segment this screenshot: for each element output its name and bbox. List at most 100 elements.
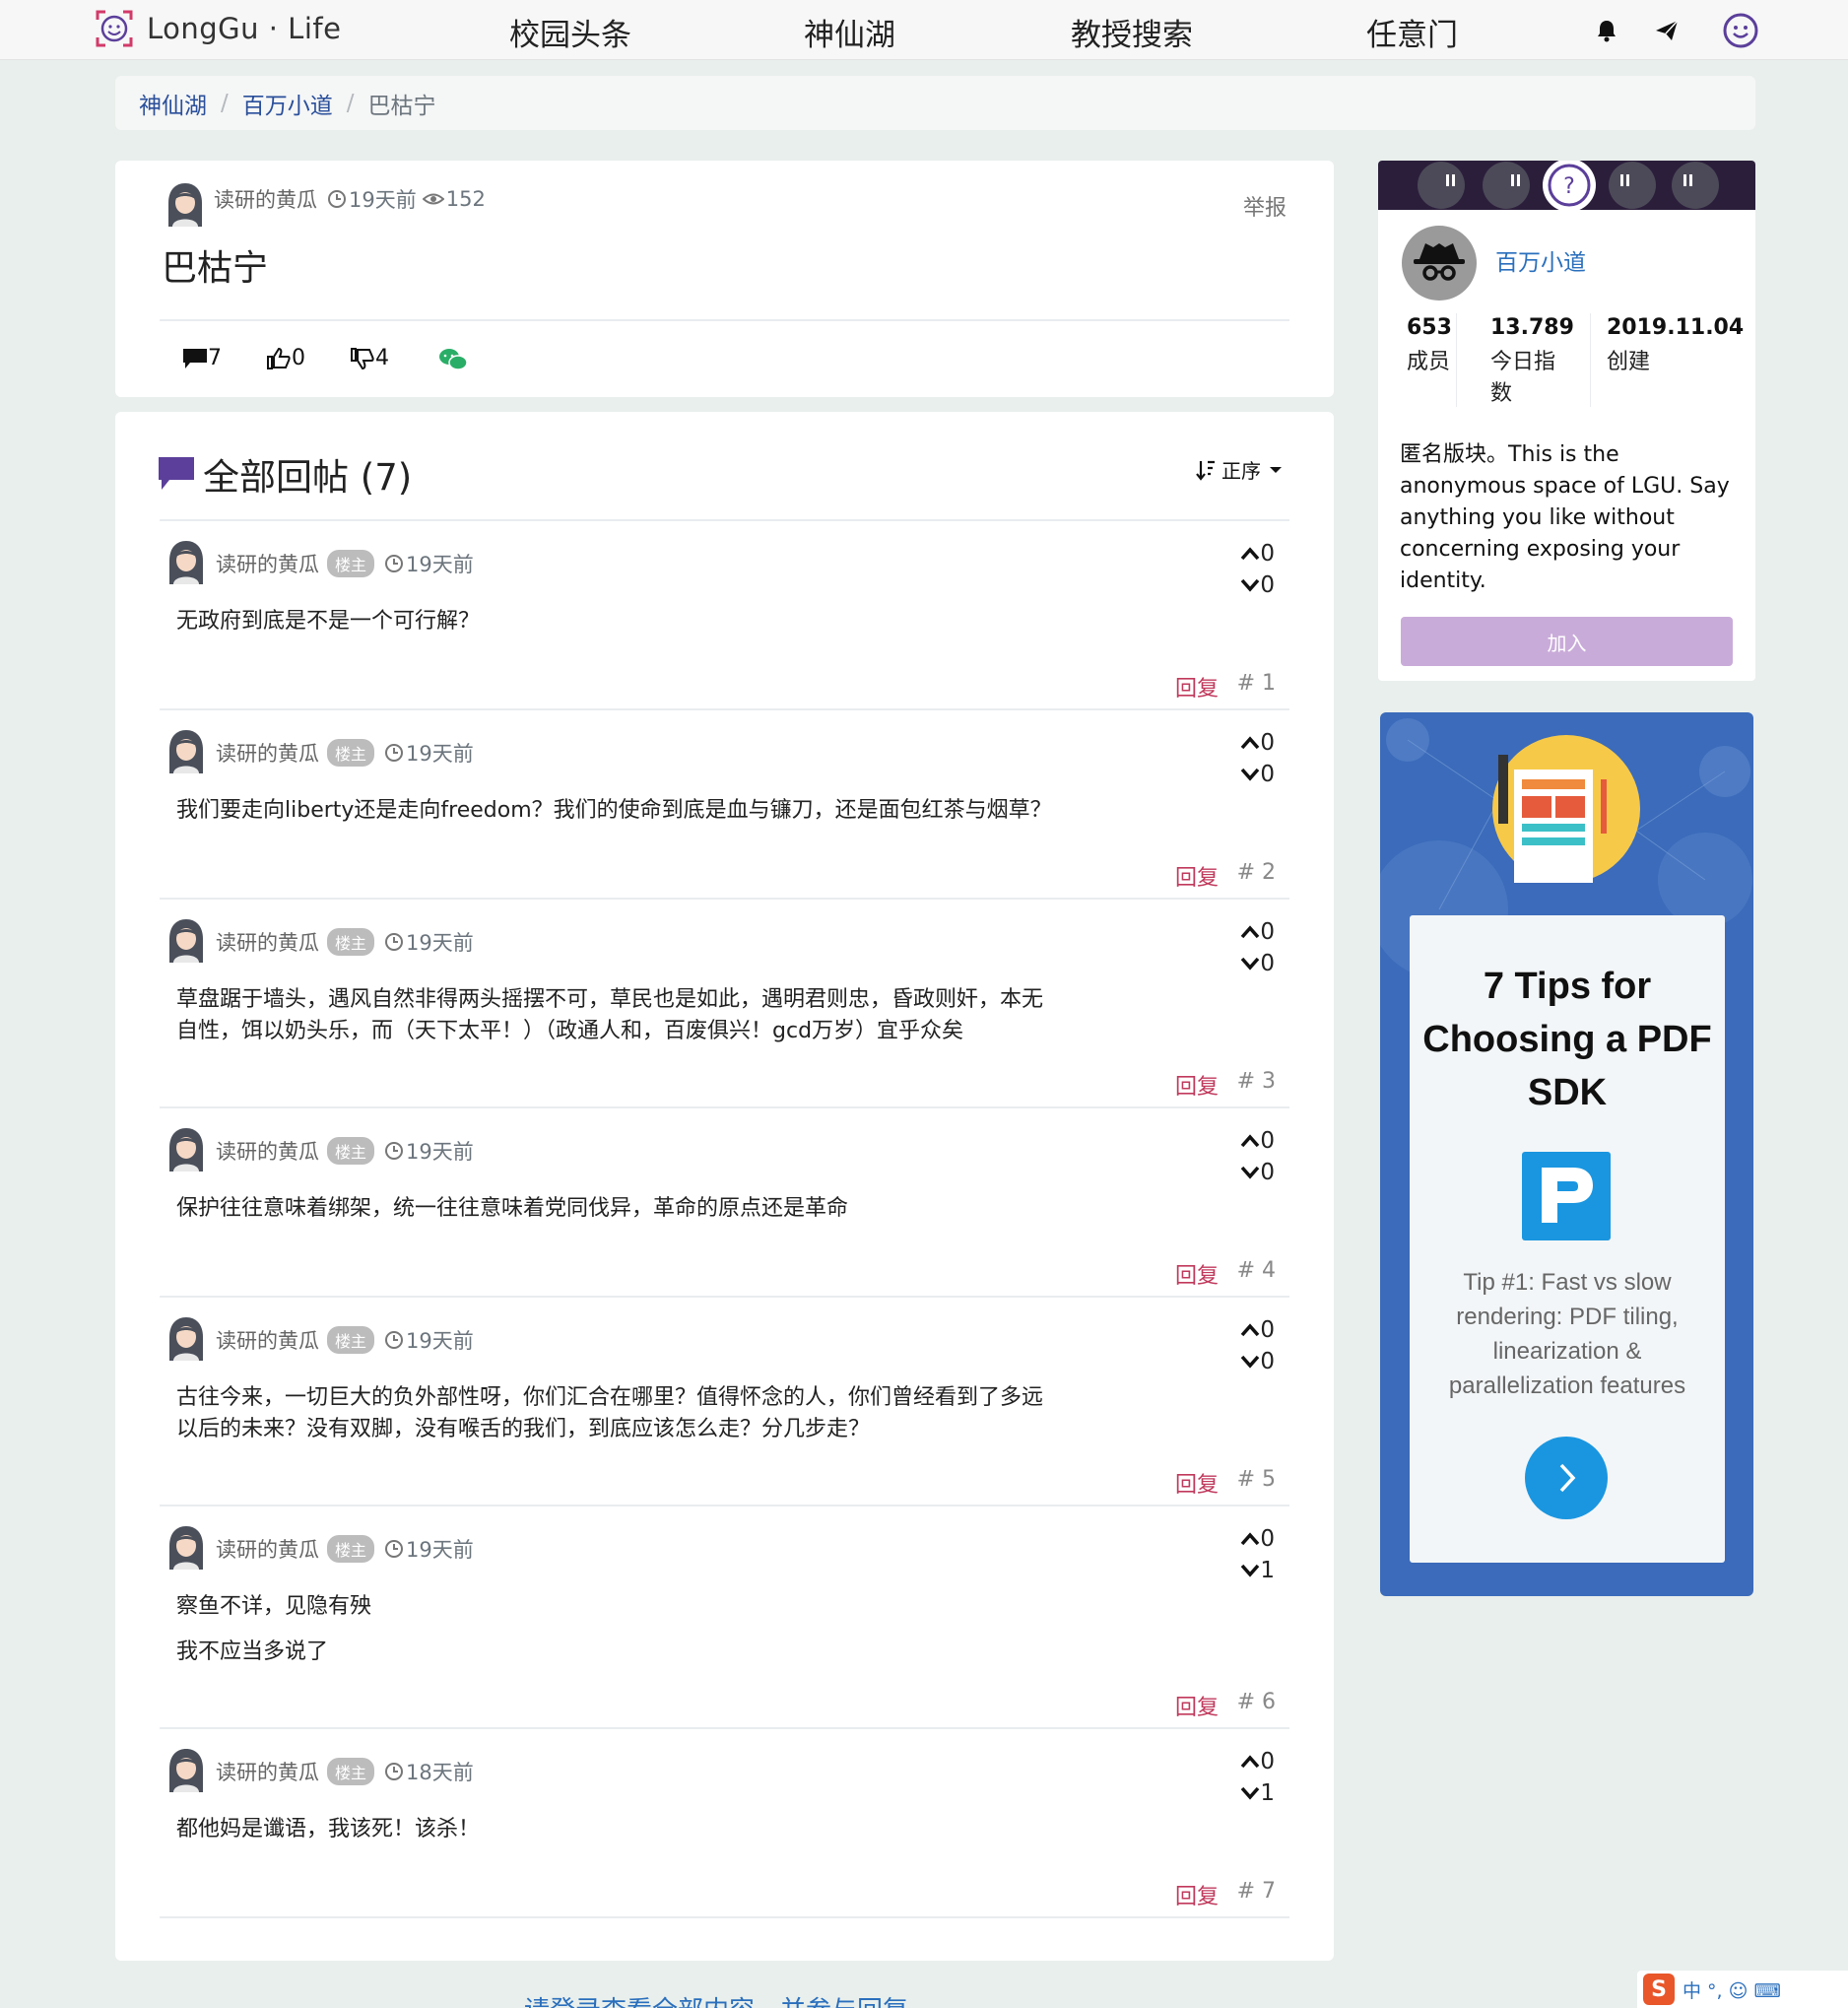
clock-icon — [385, 555, 404, 572]
reply-author[interactable]: 读研的黄瓜 — [216, 1325, 319, 1355]
post-meta: 读研的黄瓜 19天前 152 — [167, 184, 486, 214]
reply-button[interactable]: 回复 — [1175, 860, 1219, 892]
reply-content: 我不应当多说了 — [176, 1640, 329, 1664]
sort-dropdown[interactable]: 正序 — [1196, 455, 1283, 484]
nav-shenxianhu[interactable]: 神仙湖 — [804, 10, 895, 54]
board-description: 匿名版块。This is the anonymous space of LGU.… — [1400, 442, 1730, 593]
user-avatar-icon[interactable] — [165, 917, 207, 963]
user-avatar-icon[interactable] — [165, 728, 207, 773]
user-avatar-icon[interactable] — [165, 1524, 207, 1570]
user-avatar-icon[interactable] — [165, 1126, 207, 1171]
thumbs-up-icon — [267, 347, 291, 369]
chevron-down-icon — [1241, 1166, 1260, 1179]
wechat-share-button[interactable] — [438, 348, 468, 371]
reply-content: 以后的未来？没有双脚，没有喉舌的我们，到底应该怎么走？分几步走？ — [176, 1417, 871, 1441]
upvote-count: 0 — [1260, 1128, 1275, 1154]
reply-button[interactable]: 回复 — [1175, 1879, 1219, 1910]
upvote-count: 0 — [1260, 730, 1275, 756]
ad-next-button[interactable] — [1525, 1437, 1608, 1519]
user-avatar-icon[interactable] — [165, 539, 207, 584]
reply-author[interactable]: 读研的黄瓜 — [216, 738, 319, 768]
logo-icon — [96, 10, 133, 47]
upvote-button[interactable]: 0 — [1240, 1128, 1275, 1154]
stat-members-label: 成员 — [1407, 350, 1451, 374]
chevron-down-icon — [1241, 1355, 1260, 1369]
replies-card: 全部回帖 (7) 正序 读研的黄瓜 楼主 19天前 0 0 无政府到底是不是一个可行解？回… — [115, 412, 1334, 1961]
nav-campus-news[interactable]: 校园头条 — [509, 10, 631, 54]
board-name[interactable]: 百万小道 — [1495, 243, 1586, 277]
upvote-button[interactable]: 0 — [1240, 541, 1275, 567]
upvote-button[interactable]: 0 — [1240, 1526, 1275, 1552]
chevron-down-icon — [1270, 466, 1282, 473]
downvote-button[interactable]: 1 — [1240, 1780, 1275, 1806]
floor-number: # 7 — [1236, 1879, 1276, 1904]
reply-time: 18天前 — [406, 1761, 474, 1784]
reply-button[interactable]: 回复 — [1175, 1258, 1219, 1290]
profile-icon[interactable] — [1722, 12, 1759, 49]
nav-anywhere-door[interactable]: 任意门 — [1366, 10, 1458, 54]
chevron-down-icon — [1241, 578, 1260, 592]
ime-toolbar[interactable]: S 中 °, ☺ ⌨ — [1637, 1971, 1848, 2008]
reply-author[interactable]: 读研的黄瓜 — [216, 1534, 319, 1564]
nav-professor-search[interactable]: 教授搜索 — [1071, 10, 1193, 54]
divider — [160, 319, 1289, 321]
op-badge: 楼主 — [327, 928, 375, 956]
reply-meta: 读研的黄瓜 楼主 19天前 — [216, 927, 474, 957]
chevron-up-icon — [1241, 1532, 1260, 1546]
reply-button[interactable]: 回复 — [1175, 1069, 1219, 1101]
breadcrumb-shenxianhu[interactable]: 神仙湖 — [139, 87, 207, 120]
upvote-button[interactable]: 0 — [1240, 1749, 1275, 1774]
downvote-button[interactable]: 1 — [1240, 1558, 1275, 1583]
breadcrumb: 神仙湖 / 百万小道 / 巴枯宁 — [115, 76, 1755, 130]
like-button[interactable]: 0 — [266, 346, 305, 370]
dislike-button[interactable]: 4 — [350, 346, 389, 370]
downvote-button[interactable]: 0 — [1240, 572, 1275, 598]
reply-button[interactable]: 回复 — [1175, 1690, 1219, 1721]
reply-content: 察鱼不详，见隐有殃 — [176, 1594, 372, 1619]
stat-created-value: 2019.11.04 — [1607, 315, 1745, 340]
reply-button[interactable]: 回复 — [1175, 671, 1219, 703]
downvote-button[interactable]: 0 — [1240, 1160, 1275, 1185]
reply-author[interactable]: 读研的黄瓜 — [216, 1136, 319, 1166]
op-badge: 楼主 — [327, 1758, 375, 1785]
pdf-sdk-logo-icon — [1522, 1152, 1611, 1240]
reply-meta: 读研的黄瓜 楼主 19天前 — [216, 1325, 474, 1355]
chevron-down-icon — [1241, 1786, 1260, 1800]
upvote-count: 0 — [1260, 919, 1275, 945]
user-avatar-icon[interactable] — [165, 1747, 207, 1792]
login-prompt-link[interactable]: 请登录查看全部内容，并参与回复 — [524, 1990, 908, 2008]
reply-content: 保护往往意味着绑架，统一往往意味着党同伐异，革命的原点还是革命 — [176, 1196, 849, 1221]
upvote-button[interactable]: 0 — [1240, 730, 1275, 756]
reply-content: 自性，饵以奶头乐，而（天下太平！）（政通人和，百废俱兴！gcd万岁）宜乎众矣 — [176, 1019, 964, 1043]
downvote-button[interactable]: 0 — [1240, 951, 1275, 976]
advertisement[interactable]: 7 Tips for Choosing a PDF SDK Tip #1: Fa… — [1380, 712, 1753, 1596]
op-badge: 楼主 — [327, 1326, 375, 1354]
reply-item: 读研的黄瓜 楼主 19天前 0 0 古往今来，一切巨大的负外部性呀，你们汇合在哪里？值得怀… — [160, 1298, 1289, 1506]
clock-icon — [385, 1142, 404, 1160]
report-link[interactable]: 举报 — [1243, 190, 1287, 222]
join-button[interactable]: 加入 — [1401, 617, 1733, 666]
wechat-icon — [439, 349, 468, 370]
user-avatar-icon[interactable] — [165, 1315, 207, 1361]
brand[interactable]: LongGu · Life — [94, 8, 341, 49]
reply-author[interactable]: 读研的黄瓜 — [216, 1757, 319, 1786]
chevron-up-icon — [1241, 547, 1260, 561]
upvote-button[interactable]: 0 — [1240, 1317, 1275, 1343]
floor-number: # 1 — [1236, 671, 1276, 696]
chevron-up-icon — [1241, 736, 1260, 750]
upvote-button[interactable]: 0 — [1240, 919, 1275, 945]
reply-button[interactable]: 回复 — [1175, 1467, 1219, 1499]
reply-author[interactable]: 读研的黄瓜 — [216, 927, 319, 957]
downvote-button[interactable]: 0 — [1240, 1349, 1275, 1374]
post-author[interactable]: 读研的黄瓜 — [214, 184, 317, 214]
downvote-count: 0 — [1260, 1160, 1275, 1185]
comments-button[interactable]: 7 — [182, 346, 222, 370]
reply-author[interactable]: 读研的黄瓜 — [216, 549, 319, 578]
send-icon[interactable] — [1650, 14, 1683, 47]
breadcrumb-current: 巴枯宁 — [367, 93, 436, 119]
reply-time: 19天前 — [406, 742, 474, 766]
breadcrumb-board[interactable]: 百万小道 — [242, 87, 333, 120]
bell-icon[interactable] — [1590, 14, 1623, 47]
downvote-button[interactable]: 0 — [1240, 762, 1275, 787]
floor-number: # 4 — [1236, 1258, 1276, 1283]
